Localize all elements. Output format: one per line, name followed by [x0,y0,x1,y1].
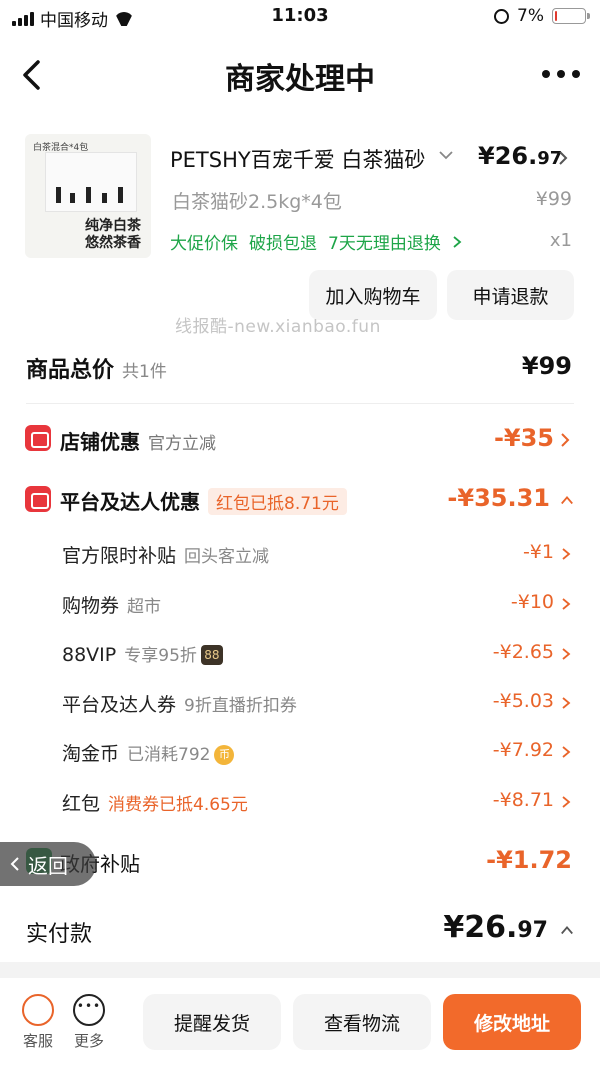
chevron-right-icon [562,697,571,709]
chevron-down-icon[interactable] [438,147,454,163]
gov-subsidy-value: -¥1.72 [486,846,572,874]
redpacket-pill: 红包已抵8.71元 [208,488,347,515]
discount-item[interactable]: 官方限时补贴 回头客立减 -¥1 [0,540,600,570]
tag-damage-refund: 破损包退 [249,234,317,254]
floating-back-button[interactable]: 返回 [0,842,96,886]
product-thumbnail[interactable]: 白茶混合*4包 纯净白茶 悠然茶香 [25,134,151,258]
platform-coupon-icon [25,486,51,512]
service-icon [22,994,54,1026]
chevron-right-icon [562,598,571,610]
more-options-button[interactable]: 更多 [67,994,111,1051]
chevron-right-icon [562,648,571,660]
paid-value: ¥26.97 [443,910,548,945]
chevron-up-icon[interactable] [560,922,574,938]
discount-item[interactable]: 88VIP 专享95折 88 -¥2.65 [0,640,600,670]
customer-service-button[interactable]: 客服 [16,994,60,1051]
chevron-right-icon [453,235,462,248]
battery-percent: 7% [517,6,544,26]
original-price: ¥99 [535,188,572,210]
page-title: 商家处理中 [225,62,375,97]
coin-icon: 币 [214,745,235,765]
chevron-right-icon [562,548,571,560]
store-coupon-icon [25,425,51,451]
nav-bar: 商家处理中 [0,40,600,110]
service-tags[interactable]: 大促价保 破损包退 7天无理由退换 [170,229,462,254]
alarm-icon [494,8,510,24]
chevron-right-icon [562,796,571,808]
chevron-right-icon[interactable] [556,150,570,166]
tag-price-protect: 大促价保 [170,234,238,254]
battery-icon [552,8,590,24]
divider [26,403,574,404]
product-title[interactable]: PETSHY百宠千爱 白茶猫砂 [170,144,435,174]
watermark: 线报酷-new.xianbao.fun [175,317,381,337]
discount-item[interactable]: 购物券 超市 -¥10 [0,590,600,620]
battery-level [555,11,557,21]
product-quantity: x1 [549,230,572,251]
platform-discount-label: 平台及达人优惠 红包已抵8.71元 [60,486,347,515]
chevron-up-icon [561,496,573,505]
chevron-right-icon [562,746,571,758]
store-discount-label: 店铺优惠 官方立减 [60,430,216,454]
paid-row[interactable]: 实付款 ¥26.97 [0,908,600,952]
platform-discount-row[interactable]: 平台及达人优惠 红包已抵8.71元 -¥35.31 [0,480,600,520]
request-refund-button[interactable]: 申请退款 [447,270,574,320]
more-icon[interactable] [542,70,580,78]
change-address-button[interactable]: 修改地址 [443,994,581,1050]
product-bag-image [45,152,137,212]
bottom-action-bar: 客服 更多 提醒发货 查看物流 修改地址 [0,978,600,1067]
thumbnail-slogan: 纯净白茶 悠然茶香 [85,218,141,251]
discount-item[interactable]: 红包 消费券已抵4.65元 -¥8.71 [0,788,600,818]
chevron-right-icon [561,433,570,447]
88vip-badge-icon: 88 [200,645,223,665]
chevron-left-icon [10,857,19,871]
more-dots-icon [73,994,105,1026]
product-price: ¥26.97 [478,142,563,170]
status-right: 7% [494,6,590,26]
store-discount-row[interactable]: 店铺优惠 官方立减 -¥35 [0,420,600,460]
discount-item[interactable]: 平台及达人券 9折直播折扣券 -¥5.03 [0,689,600,719]
store-discount-value: -¥35 [493,424,554,452]
total-label: 商品总价 共1件 [26,358,167,383]
product-spec: 白茶猫砂2.5kg*4包 [172,191,342,213]
discount-item[interactable]: 淘金币 已消耗792 币 -¥7.92 [0,738,600,768]
status-bar: 中国移动 11:03 7% [0,0,600,34]
total-row: 商品总价 共1件 ¥99 [0,348,600,388]
total-value: ¥99 [521,352,572,380]
paid-label: 实付款 [26,922,93,947]
view-logistics-button[interactable]: 查看物流 [293,994,431,1050]
section-separator [0,962,600,978]
tag-7day-return: 7天无理由退换 [328,234,441,254]
product-card[interactable]: 白茶混合*4包 纯净白茶 悠然茶香 PETSHY百宠千爱 白茶猫砂 ¥26.97… [0,130,600,337]
remind-shipment-button[interactable]: 提醒发货 [143,994,281,1050]
platform-discount-value: -¥35.31 [447,484,550,512]
